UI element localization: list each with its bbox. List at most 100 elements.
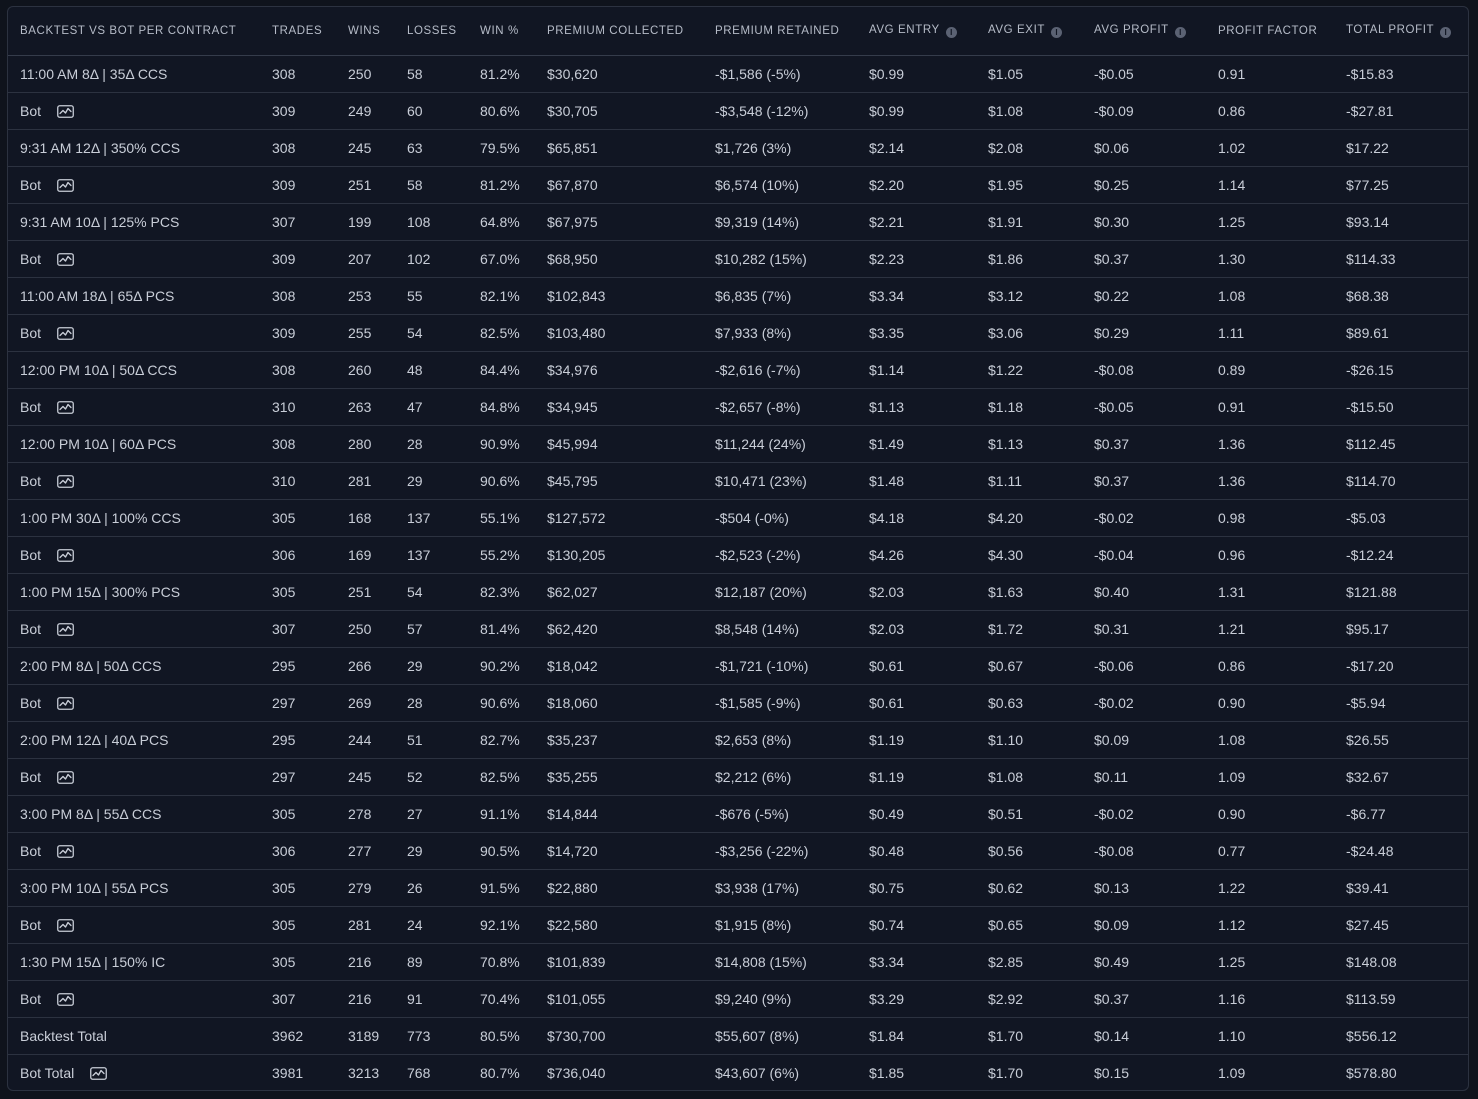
avg-profit-cell: $0.13 (1082, 869, 1206, 907)
trades-cell: 306 (260, 832, 336, 870)
total-profit-cell: $32.67 (1334, 758, 1468, 796)
info-icon[interactable]: i (1440, 27, 1452, 38)
profit-factor-cell: 0.90 (1206, 795, 1334, 833)
chart-icon[interactable] (57, 179, 74, 192)
chart-icon[interactable] (57, 623, 74, 636)
avg-profit-cell: $0.09 (1082, 906, 1206, 944)
premium-retained-cell: $9,240 (9%) (703, 980, 857, 1018)
trades-cell: 307 (260, 203, 336, 241)
losses-cell: 48 (395, 351, 468, 389)
chart-icon[interactable] (57, 993, 74, 1006)
chart-icon[interactable] (57, 549, 74, 562)
chart-icon[interactable] (57, 919, 74, 932)
total-profit-cell: $578.80 (1346, 1065, 1397, 1081)
losses-cell: 47 (395, 388, 468, 426)
wins-cell: 249 (336, 92, 395, 130)
header-strategy: Backtest vs Bot Per Contract (8, 7, 260, 56)
chart-icon[interactable] (57, 845, 74, 858)
total-profit-cell: -$12.24 (1334, 536, 1468, 574)
chart-icon[interactable] (57, 401, 74, 414)
win-pct-cell: 82.5% (468, 314, 535, 352)
profit-factor-cell: 0.86 (1206, 92, 1334, 130)
chart-icon[interactable] (57, 327, 74, 340)
avg-exit-cell: $1.70 (988, 1065, 1024, 1081)
win-pct-cell: 81.4% (468, 610, 535, 648)
trades-cell: 309 (260, 92, 336, 130)
total-profit-cell: $112.45 (1334, 425, 1468, 463)
column-header-label: Avg Exit (988, 24, 1045, 36)
strategy-cell: 11:00 AM 18Δ | 65Δ PCS (8, 277, 260, 315)
chart-icon[interactable] (57, 697, 74, 710)
win-pct-cell: 80.5% (468, 1017, 535, 1055)
premium-retained-cell: $8,548 (14%) (703, 610, 857, 648)
win-pct-cell: 90.6% (468, 684, 535, 722)
avg-exit-cell: $2.08 (976, 129, 1082, 167)
avg-exit-cell: $1.63 (976, 573, 1082, 611)
avg-profit-cell: $0.29 (1082, 314, 1206, 352)
avg-profit-cell: $0.49 (1082, 943, 1206, 981)
chart-icon[interactable] (57, 771, 74, 784)
total-profit-cell: $89.61 (1334, 314, 1468, 352)
strategy-cell: 3:00 PM 10Δ | 55Δ PCS (8, 869, 260, 907)
strategy-cell: Bot (8, 536, 260, 574)
chart-icon[interactable] (57, 475, 74, 488)
trades-cell: 295 (260, 721, 336, 759)
wins-cell: 245 (336, 758, 395, 796)
avg-exit-cell: $1.18 (976, 388, 1082, 426)
wins-cell: 251 (336, 166, 395, 204)
avg-entry-cell: $3.34 (857, 277, 976, 315)
info-icon[interactable]: i (1051, 27, 1062, 38)
bot-row: Bot 307 216 91 70.4% $101,055 $9,240 (9%) $3.2… (8, 980, 1468, 1018)
premium-retained-cell: $2,653 (8%) (703, 721, 857, 759)
premium-retained-cell: $10,282 (15%) (703, 240, 857, 278)
bot-row: Bot 306 277 29 90.5% $14,720 -$3,256 (-22%) $0… (8, 832, 1468, 870)
strategy-cell: Bot (8, 388, 260, 426)
profit-factor-cell: 0.90 (1206, 684, 1334, 722)
strategy-cell: Bot (8, 166, 260, 204)
premium-retained-cell: $6,574 (10%) (703, 166, 857, 204)
chart-icon[interactable] (57, 105, 74, 118)
total-profit-cell: -$15.50 (1334, 388, 1468, 426)
profit-factor-cell: 1.31 (1206, 573, 1334, 611)
bot-row: Bot 305 281 24 92.1% $22,580 $1,915 (8%) $0.74… (8, 906, 1468, 944)
profit-factor-cell: 0.86 (1206, 647, 1334, 685)
info-icon[interactable]: i (1174, 27, 1186, 38)
win-pct-cell: 67.0% (468, 240, 535, 278)
profit-factor-cell: 0.98 (1206, 499, 1334, 537)
profit-factor-cell: 0.96 (1206, 536, 1334, 574)
chart-icon[interactable] (57, 253, 74, 266)
trades-cell: 309 (260, 314, 336, 352)
avg-exit-cell: $1.91 (976, 203, 1082, 241)
avg-profit-cell: $0.09 (1082, 721, 1206, 759)
avg-exit-cell: $4.20 (976, 499, 1082, 537)
win-pct-cell: 90.9% (468, 425, 535, 463)
chart-icon[interactable] (90, 1067, 108, 1080)
win-pct-cell: 84.4% (468, 351, 535, 389)
premium-retained-cell: $43,607 (6%) (715, 1065, 800, 1081)
premium-collected-cell: $35,237 (535, 721, 703, 759)
avg-entry-cell: $1.85 (869, 1065, 905, 1081)
strategy-cell: 1:00 PM 15Δ | 300% PCS (8, 573, 260, 611)
premium-retained-cell: -$2,616 (-7%) (703, 351, 857, 389)
info-icon[interactable]: i (945, 27, 957, 38)
avg-exit-cell: $1.11 (976, 462, 1082, 500)
win-pct-cell: 70.4% (468, 980, 535, 1018)
strategy-cell: Backtest Total (8, 1017, 260, 1055)
profit-factor-cell: 0.89 (1206, 351, 1334, 389)
strategy-label: 9:31 AM 12Δ | 350% CCS (20, 140, 181, 156)
premium-collected-cell: $127,572 (535, 499, 703, 537)
avg-profit-cell: -$0.02 (1082, 795, 1206, 833)
premium-retained-cell: -$676 (-5%) (703, 795, 857, 833)
column-header-label: Win % (480, 25, 519, 37)
avg-exit-cell: $1.70 (976, 1017, 1082, 1055)
wins-cell: 3213 (348, 1065, 380, 1081)
strategy-cell: 1:30 PM 15Δ | 150% IC (8, 943, 260, 981)
trades-cell: 305 (260, 869, 336, 907)
strategy-label: Bot (20, 547, 42, 563)
profit-factor-cell: 1.08 (1206, 277, 1334, 315)
avg-exit-cell: $1.86 (976, 240, 1082, 278)
avg-exit-cell: $4.30 (976, 536, 1082, 574)
premium-collected-cell: $101,055 (535, 980, 703, 1018)
losses-cell: 55 (395, 277, 468, 315)
win-pct-cell: 81.2% (468, 55, 535, 93)
